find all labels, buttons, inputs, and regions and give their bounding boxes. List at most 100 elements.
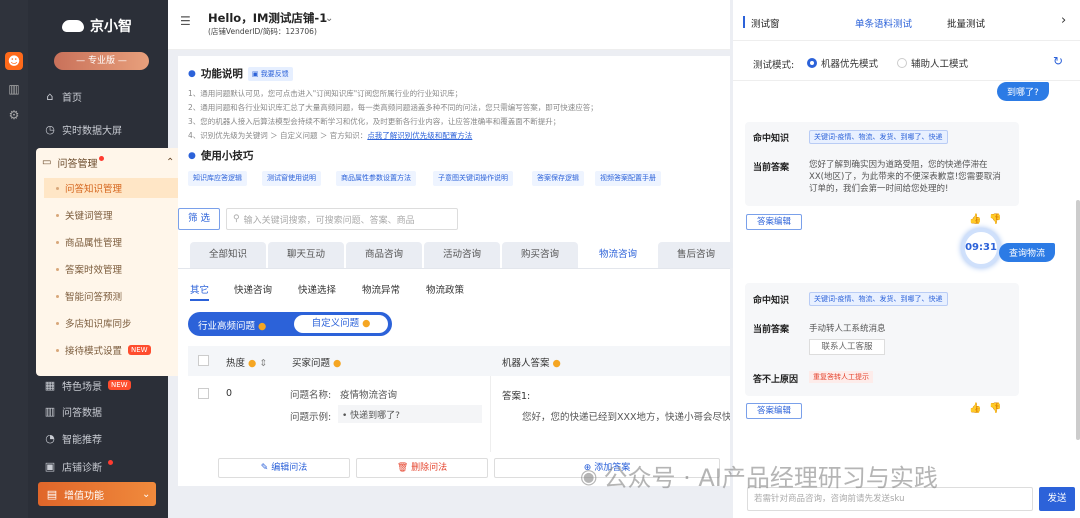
sort-icon[interactable]: ⇕ xyxy=(259,358,267,369)
tab-product[interactable]: 商品咨询 xyxy=(346,242,422,268)
tip-4: 4、识别优先级为关键词 ＞ 自定义问题 ＞ 官方知识：点我了解识别优先级和配置方… xyxy=(188,130,472,141)
mode-robot-radio[interactable]: 机器优先模式 xyxy=(807,56,878,70)
sub-label: 接待模式设置 xyxy=(65,346,123,357)
table-header: 热度 ● ⇕ 买家问题 ● 机器人答案 ● xyxy=(188,346,730,376)
toggle-hf[interactable]: 行业高频问题 ● xyxy=(198,318,266,332)
tab-logistics[interactable]: 物流咨询 xyxy=(580,242,656,268)
subtab-express-choice[interactable]: 快递选择 xyxy=(298,282,336,296)
qa-group-label: 问答管理 xyxy=(57,158,98,170)
no-reply-label: 答不上原因 xyxy=(753,375,799,385)
nav-home-label: 首页 xyxy=(62,92,82,104)
sub-label: 关键词管理 xyxy=(65,211,113,222)
nav-special[interactable]: ▦ 特色场景 NEW xyxy=(28,373,168,397)
nav-recommend-label: 智能推荐 xyxy=(62,434,102,446)
contact-agent-button[interactable]: 联系人工客服 xyxy=(809,339,885,355)
skill-chip[interactable]: 测试窗使用说明 xyxy=(262,171,321,186)
skill-chip[interactable]: 答案保存逻辑 xyxy=(532,171,584,186)
nav-realtime-label: 实时数据大屏 xyxy=(62,125,122,137)
bullet xyxy=(56,240,59,244)
tab-purchase[interactable]: 购买咨询 xyxy=(502,242,578,268)
nav-home[interactable]: ⌂ 首页 xyxy=(28,84,168,108)
shop-switch-chevron-icon[interactable]: ⌄ xyxy=(325,13,333,24)
chevron-up-icon[interactable]: ⌃ xyxy=(166,157,174,168)
row-heat: 0 xyxy=(226,388,233,399)
mode-manual-radio[interactable]: 辅助人工模式 xyxy=(897,56,968,70)
scrollbar[interactable] xyxy=(1076,200,1080,440)
sub-item-product-attr[interactable]: 商品属性管理 xyxy=(56,232,184,252)
subtab-express-query[interactable]: 快递咨询 xyxy=(234,282,272,296)
refresh-icon[interactable]: ↻ xyxy=(1053,54,1063,68)
col-answer-label: 机器人答案 xyxy=(502,358,550,369)
toggle-custom-label: 自定义问题 xyxy=(311,318,360,329)
nav-qa-data[interactable]: ▥ 问答数据 xyxy=(28,399,168,423)
skill-chip[interactable]: 视频答案配置手册 xyxy=(595,171,661,186)
thumbs-down-icon[interactable]: 👎 xyxy=(989,403,1001,414)
chevron-right-icon[interactable]: › xyxy=(1061,13,1066,28)
answer-text: 手动转人工系统消息 xyxy=(809,324,886,334)
watermark: ◉ 公众号 · AI产品经理研习与实践 xyxy=(580,458,938,493)
priority-link[interactable]: 点我了解识别优先级和配置方法 xyxy=(367,131,472,140)
tab-activity[interactable]: 活动咨询 xyxy=(424,242,500,268)
nav-qa-group[interactable]: ▭ 问答管理 ⌃ xyxy=(42,152,174,172)
hit-keywords: 关键词-疫情、物流、发货、到哪了、快递 xyxy=(809,130,948,144)
sub-item-answer-time[interactable]: 答案时效管理 xyxy=(56,259,184,279)
q-example: • 快递到哪了? xyxy=(338,405,482,423)
subtab-logistics-error[interactable]: 物流异常 xyxy=(362,282,400,296)
toggle-custom[interactable]: 自定义问题 ● xyxy=(294,315,388,333)
thumbs-up-icon[interactable]: 👍 xyxy=(969,214,981,225)
search-placeholder: 输入关键词搜索，可搜索问题、答案、商品 xyxy=(243,215,415,226)
chart-icon[interactable]: ▥ xyxy=(5,80,23,98)
clock-icon: ◷ xyxy=(45,122,55,136)
col-question-label: 买家问题 xyxy=(292,358,331,369)
edit-answer-button[interactable]: 答案编辑 xyxy=(746,403,802,419)
menu-toggle-icon[interactable]: ☰ xyxy=(180,14,191,28)
nav-realtime[interactable]: ◷ 实时数据大屏 xyxy=(28,117,168,141)
edit-question-button[interactable]: ✎ 编辑问法 xyxy=(218,458,350,478)
tab-chat[interactable]: 聊天互动 xyxy=(268,242,344,268)
delete-question-button[interactable]: 🗑 删除问法 xyxy=(356,458,488,478)
filter-button[interactable]: 筛 选 xyxy=(178,208,220,230)
row-checkbox[interactable] xyxy=(198,388,209,399)
tab-batch-test[interactable]: 批量测试 xyxy=(947,16,985,30)
sub-item-predict[interactable]: 智能问答预测 xyxy=(56,286,184,306)
nav-recommend[interactable]: ◔ 智能推荐 xyxy=(28,426,168,450)
gear-icon[interactable]: ⚙ xyxy=(5,106,23,124)
sub-item-qa-knowledge[interactable]: 问答知识管理 xyxy=(44,178,192,198)
column-divider xyxy=(490,376,491,452)
select-all-checkbox[interactable] xyxy=(198,355,209,366)
edit-answer-button[interactable]: 答案编辑 xyxy=(746,214,802,230)
recommend-icon: ◔ xyxy=(45,431,55,445)
sub-item-reception[interactable]: 接待模式设置 NEW xyxy=(56,340,184,360)
notify-dot xyxy=(99,155,105,161)
test-panel-title: 测试窗 xyxy=(751,19,780,30)
tab-single-test[interactable]: 单条语料测试 xyxy=(855,16,912,30)
cloud-icon xyxy=(62,20,84,32)
skill-chip[interactable]: 子意图关键词操作说明 xyxy=(433,171,513,186)
home-icon: ⌂ xyxy=(46,89,54,103)
thumbs-up-icon[interactable]: 👍 xyxy=(969,403,981,414)
feedback-button[interactable]: ▣ 我要反馈 xyxy=(247,66,293,81)
robot-icon[interactable]: ☻ xyxy=(5,52,23,70)
subtab-other[interactable]: 其它 xyxy=(190,282,210,301)
sub-item-multi-sync[interactable]: 多店知识库同步 xyxy=(56,313,184,333)
nav-diagnosis[interactable]: ▣ 店铺诊断 xyxy=(28,454,168,478)
skill-chip[interactable]: 知识库应答逻辑 xyxy=(188,171,247,186)
info-icon: ● xyxy=(188,68,196,79)
skill-chip[interactable]: 商品属性参数设置方法 xyxy=(336,171,416,186)
feedback-label: 我要反馈 xyxy=(260,69,289,78)
send-button[interactable]: 发送 xyxy=(1039,487,1075,511)
tab-all[interactable]: 全部知识 xyxy=(190,242,266,268)
wechat-icon: ◉ xyxy=(580,463,598,488)
tab-aftersale[interactable]: 售后咨询 xyxy=(658,242,734,268)
sub-label: 智能问答预测 xyxy=(65,292,123,303)
thumbs-down-icon[interactable]: 👎 xyxy=(989,214,1001,225)
search-input[interactable]: ⚲ 输入关键词搜索，可搜索问题、答案、商品 xyxy=(226,208,458,230)
store-icon: ▣ xyxy=(44,459,56,473)
sub-item-keywords[interactable]: 关键词管理 xyxy=(56,205,184,225)
subtab-logistics-policy[interactable]: 物流政策 xyxy=(426,282,464,296)
nav-addon[interactable]: ▤ 增值功能 ⌄ xyxy=(38,482,156,506)
time-badge: 09:31 xyxy=(961,228,1001,268)
message-placeholder: 若需针对商品咨询，咨询前请先发送sku xyxy=(754,494,905,504)
app-rail: ☻ ▥ ⚙ xyxy=(0,0,28,518)
bullet xyxy=(56,186,59,190)
